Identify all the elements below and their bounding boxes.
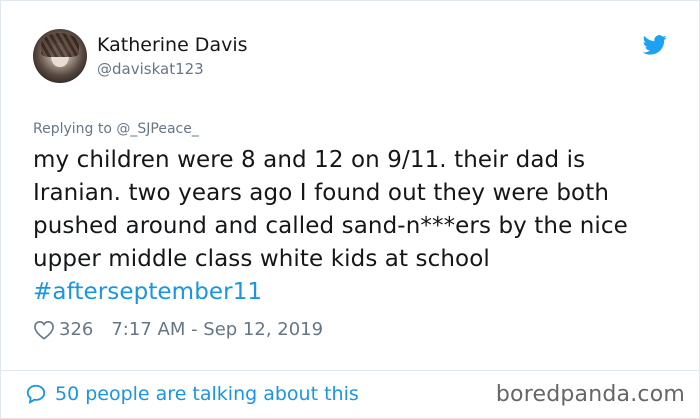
tweet-card: Katherine Davis @daviskat123 Replying to… <box>0 0 700 419</box>
tweet-meta: 326 7:17 AM - Sep 12, 2019 <box>33 319 323 340</box>
author-names: Katherine Davis @daviskat123 <box>97 33 248 79</box>
speech-bubble-icon <box>26 384 46 405</box>
tweet-text-line: Iranian. two years ago I found out they … <box>33 180 610 206</box>
hashtag-link[interactable]: #afterseptember11 <box>33 276 673 309</box>
talking-about-text[interactable]: 50 people are talking about this <box>55 383 359 405</box>
replying-to-label[interactable]: Replying to @_SJPeace_ <box>33 121 199 137</box>
avatar[interactable] <box>33 29 87 83</box>
tweet-text-line: pushed around and called sand-n***ers by… <box>33 213 628 239</box>
twitter-bird-icon[interactable] <box>643 35 667 55</box>
heart-icon[interactable] <box>33 320 55 340</box>
author-handle[interactable]: @daviskat123 <box>97 59 248 79</box>
like-count[interactable]: 326 <box>59 319 93 340</box>
tweet-timestamp[interactable]: 7:17 AM - Sep 12, 2019 <box>111 319 323 340</box>
tweet-header: Katherine Davis @daviskat123 <box>33 29 248 83</box>
tweet-text: my children were 8 and 12 on 9/11. their… <box>33 144 673 309</box>
author-display-name[interactable]: Katherine Davis <box>97 33 248 57</box>
tweet-text-line: upper middle class white kids at school <box>33 246 490 272</box>
watermark: boredpanda.com <box>495 382 685 407</box>
tweet-text-line: my children were 8 and 12 on 9/11. their… <box>33 147 586 173</box>
talking-about-link[interactable]: 50 people are talking about this <box>25 383 359 405</box>
footer-divider <box>1 370 700 371</box>
